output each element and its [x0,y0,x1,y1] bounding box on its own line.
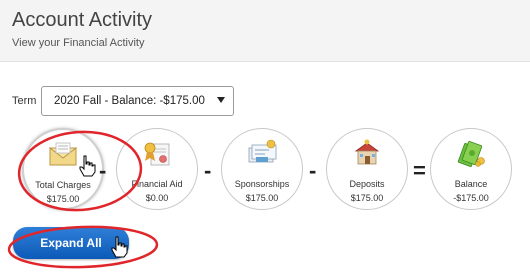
deposits-amount: $175.00 [350,193,384,203]
total-charges-label: Total Charges [35,180,91,190]
page-subtitle: View your Financial Activity [12,37,145,49]
financial-aid-label: Financial Aid [131,179,183,189]
award-certificate-icon [144,142,170,166]
chevron-down-icon [217,97,225,103]
financial-aid-amount: $0.00 [145,193,169,203]
minus-operator: - [309,158,317,183]
balance-amount: -$175.00 [453,193,489,203]
sponsorships-tile[interactable]: Sponsorships $175.00 [221,128,303,210]
money-cash-icon [457,141,485,167]
deposits-tile[interactable]: Deposits $175.00 [326,128,408,210]
term-select-value: 2020 Fall - Balance: -$175.00 [54,95,205,107]
total-charges-amount: $175.00 [46,194,80,204]
minus-operator: - [99,158,107,183]
equals-operator: = [413,158,426,183]
bank-house-icon [354,139,380,165]
hand-cursor-icon [111,236,128,258]
sponsorships-label: Sponsorships [234,179,290,189]
balance-label: Balance [454,179,488,189]
term-select[interactable]: 2020 Fall - Balance: -$175.00 [41,86,234,116]
hand-cursor-icon [79,155,96,177]
balance-tile[interactable]: Balance -$175.00 [430,128,512,210]
financial-aid-tile[interactable]: Financial Aid $0.00 [116,128,198,210]
page-header: Account Activity View your Financial Act… [0,0,530,62]
minus-operator: - [204,158,212,183]
check-payment-icon [248,139,277,163]
deposits-label: Deposits [349,179,385,189]
envelope-icon [48,142,78,166]
page-title: Account Activity [12,9,153,31]
sponsorships-amount: $175.00 [245,193,279,203]
term-label: Term [12,95,37,107]
